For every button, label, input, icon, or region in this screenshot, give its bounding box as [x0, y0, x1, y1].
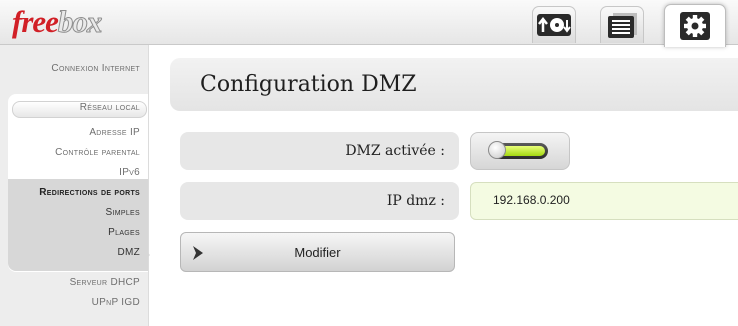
sidebar-active-arrow	[142, 247, 150, 263]
page-title: Configuration DMZ	[200, 72, 417, 97]
sidebar-item-dmz[interactable]: DMZ	[117, 247, 140, 258]
modify-button-label: Modifier	[294, 245, 341, 260]
explorer-icon	[608, 13, 637, 38]
sidebar-item-serveur-dhcp[interactable]: Serveur DHCP	[70, 277, 140, 288]
page-header: Configuration DMZ	[170, 58, 738, 111]
dmz-activee-label: DMZ activée :	[345, 143, 445, 159]
sidebar-item-plages[interactable]: Plages	[108, 227, 140, 238]
download-icon	[537, 14, 571, 36]
top-bar: freebox	[0, 0, 738, 47]
file-explorer-button[interactable]	[600, 6, 644, 43]
toggle-track	[488, 141, 548, 159]
downloads-button[interactable]	[532, 6, 576, 43]
sidebar-item-controle-parental[interactable]: Contrôle parental	[55, 147, 140, 158]
freebox-logo: freebox	[12, 4, 103, 40]
sidebar-item-redirections-de-ports[interactable]: Redirections de ports	[39, 187, 140, 198]
dmz-label-box: DMZ activée :	[180, 132, 459, 170]
sidebar-item-simples[interactable]: Simples	[106, 207, 140, 218]
dmz-toggle[interactable]	[470, 132, 570, 170]
toggle-knob[interactable]	[488, 141, 506, 159]
modify-button[interactable]: Modifier	[180, 232, 455, 272]
gear-icon	[680, 12, 710, 40]
sidebar-item-ipv6[interactable]: IPv6	[119, 167, 140, 178]
ip-label-box: IP dmz :	[180, 182, 459, 220]
sidebar-item-adresse-ip[interactable]: Adresse IP	[89, 127, 140, 138]
sidebar-item-reseau-local[interactable]: Réseau local	[80, 102, 140, 113]
sidebar-item-connexion-internet[interactable]: Connexion Internet	[51, 63, 140, 74]
ip-dmz-field-container	[470, 182, 738, 220]
settings-button[interactable]	[664, 4, 726, 47]
ip-dmz-input[interactable]	[493, 193, 713, 207]
logo-text-box: box	[57, 4, 102, 40]
ip-dmz-label: IP dmz :	[386, 193, 445, 209]
logo-text-free: free	[12, 4, 59, 39]
sidebar: Connexion Internet Réseau local Adresse …	[0, 45, 150, 326]
sidebar-item-upnp-igd[interactable]: UPnP IGD	[92, 297, 140, 308]
